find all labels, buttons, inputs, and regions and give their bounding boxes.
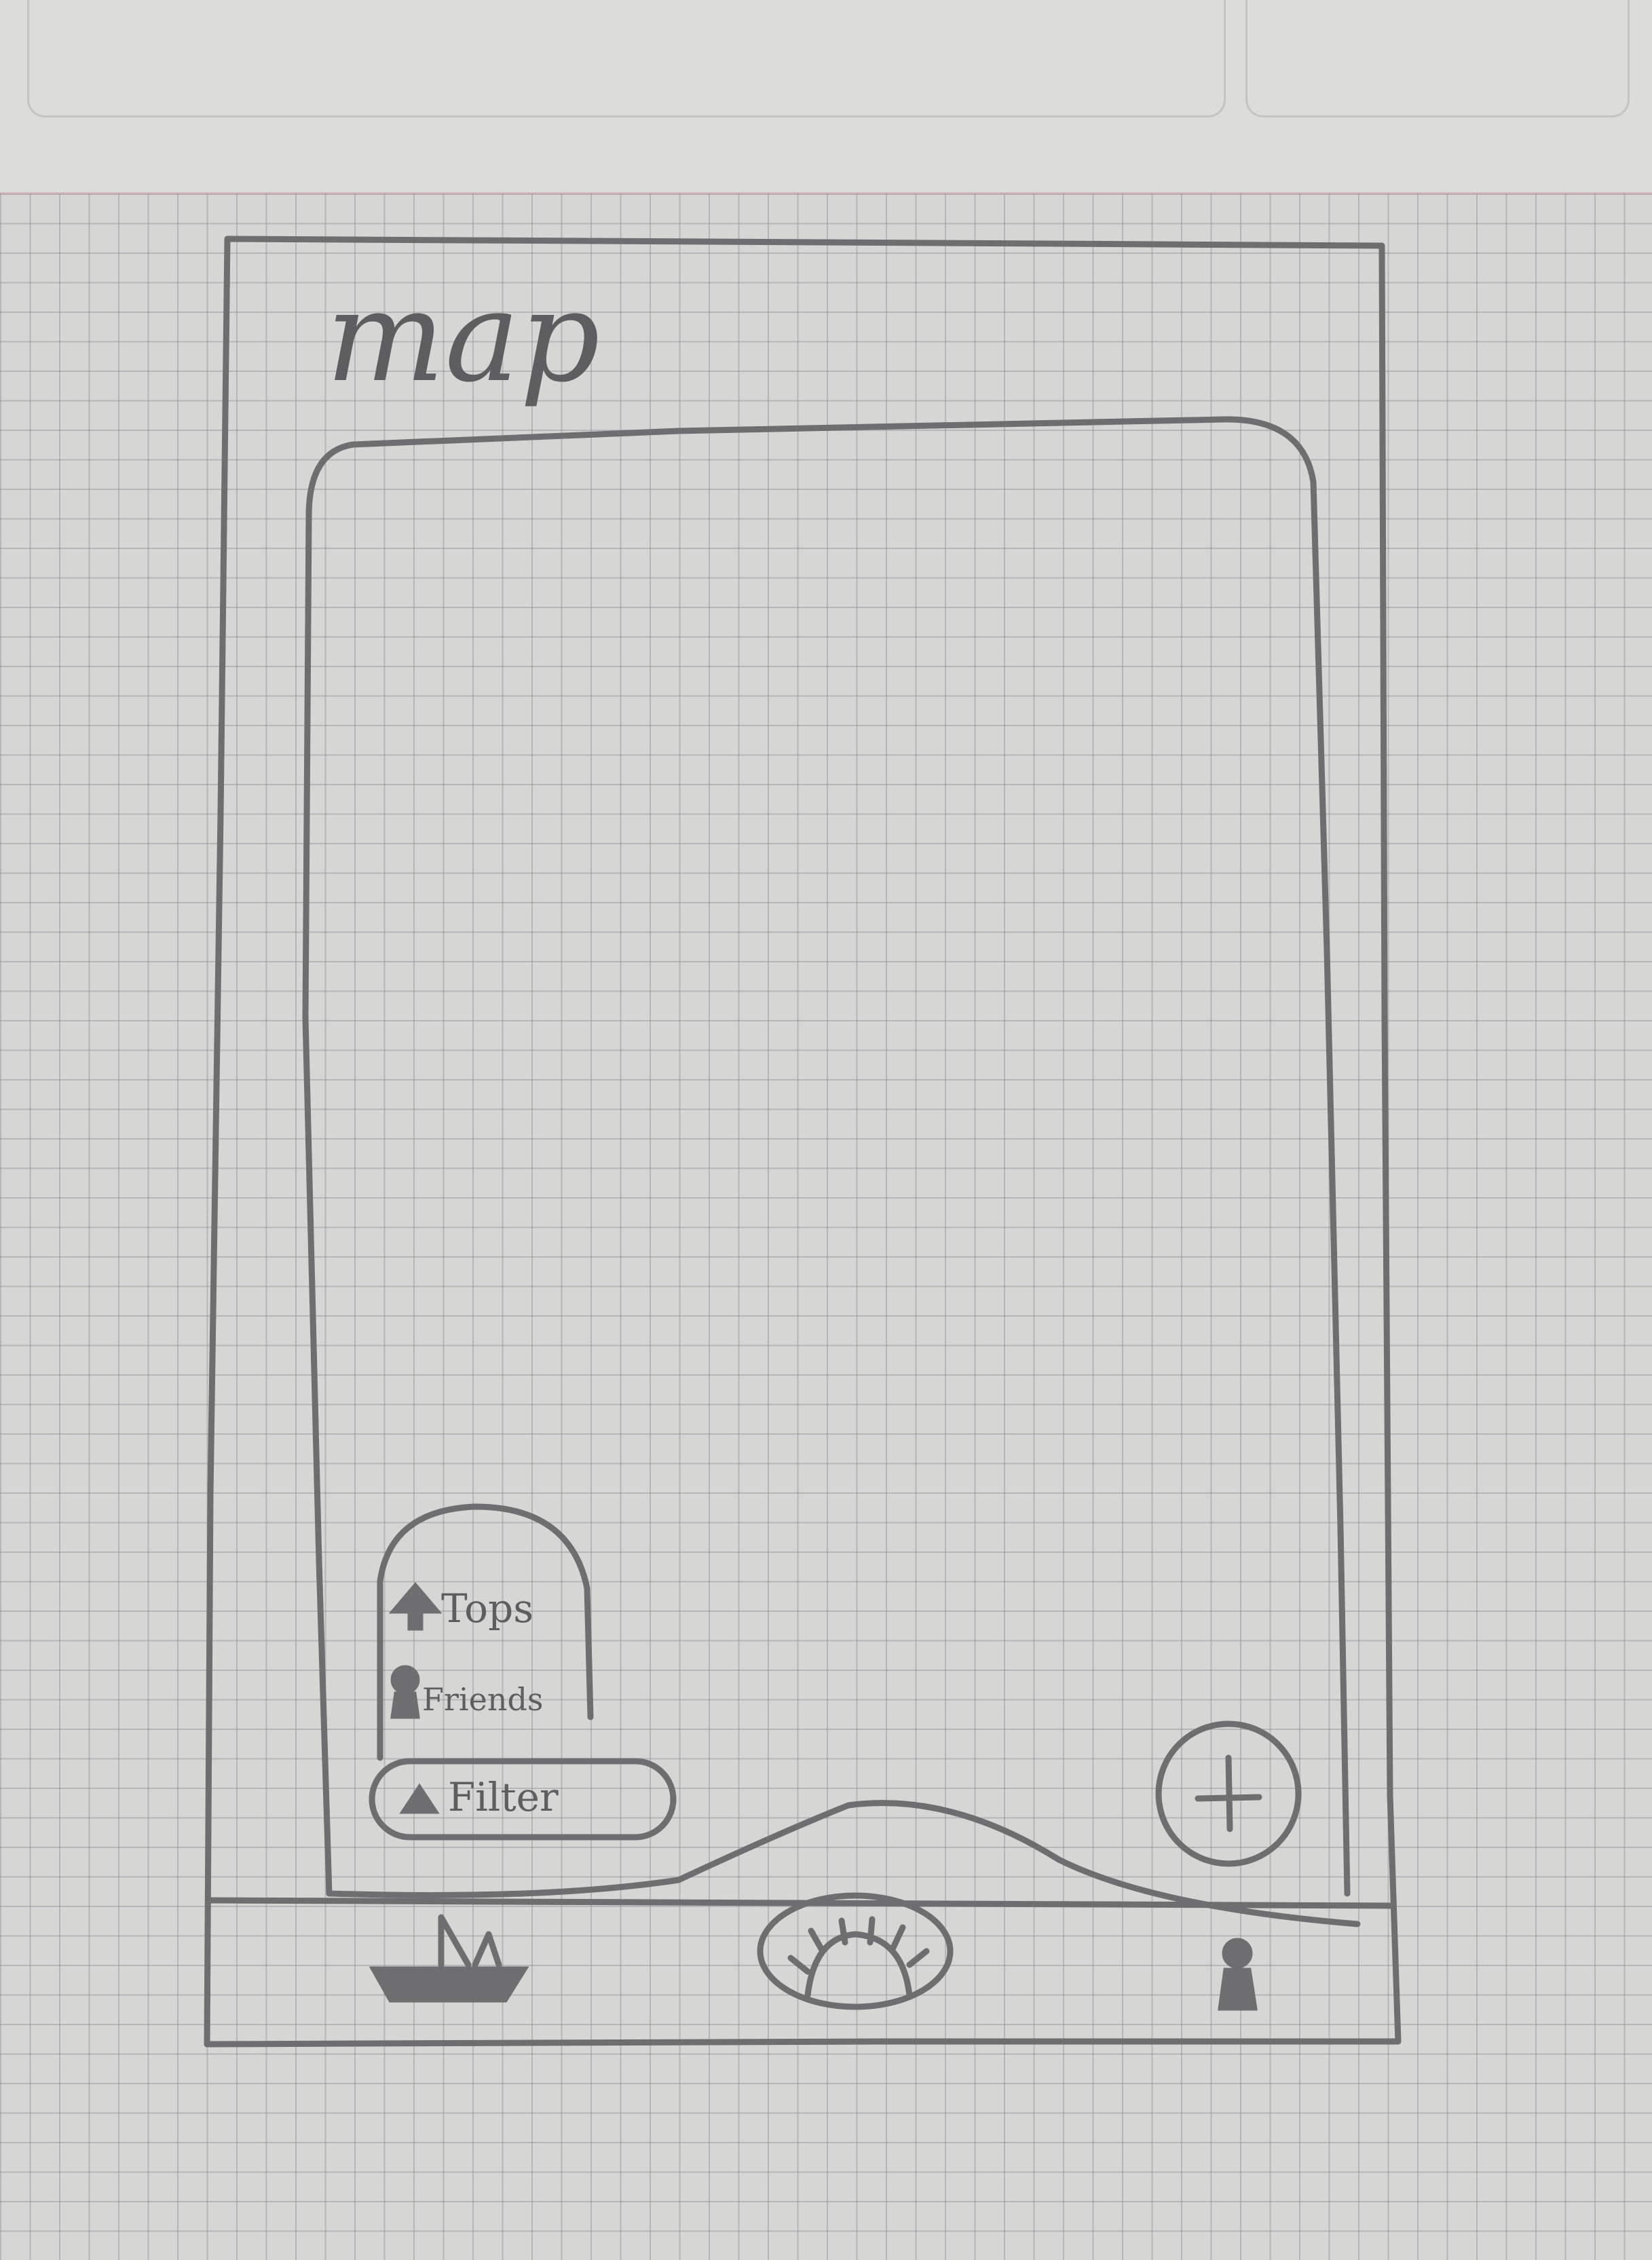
menu-item-tops[interactable]: Tops [388,1582,533,1632]
up-arrow-icon [388,1582,443,1631]
nav-item-sunrise[interactable] [757,1892,954,2010]
wireframe-sketch: map Tops Friends Filter [204,236,1402,2048]
triangle-icon [399,1783,440,1814]
page-title: map [326,263,600,410]
add-button[interactable] [1155,1720,1302,1867]
sunrise-icon [787,1916,930,1999]
nav-item-profile[interactable] [1218,1938,1258,2011]
boat-icon [369,1914,529,2003]
svg-text:map: map [326,263,600,410]
menu-item-friends-label: Friends [422,1681,544,1718]
person-icon [1218,1938,1258,2011]
menu-item-tops-label: Tops [441,1585,533,1632]
plus-icon [1195,1754,1262,1832]
filter-menu: Tops Friends [377,1503,594,1761]
menu-item-friends[interactable]: Friends [390,1665,544,1719]
nav-item-boat[interactable] [369,1914,529,2003]
filter-button-label: Filter [448,1774,559,1820]
bottom-nav [207,1892,1395,2011]
filter-button[interactable]: Filter [369,1758,677,1841]
person-icon [390,1665,420,1719]
